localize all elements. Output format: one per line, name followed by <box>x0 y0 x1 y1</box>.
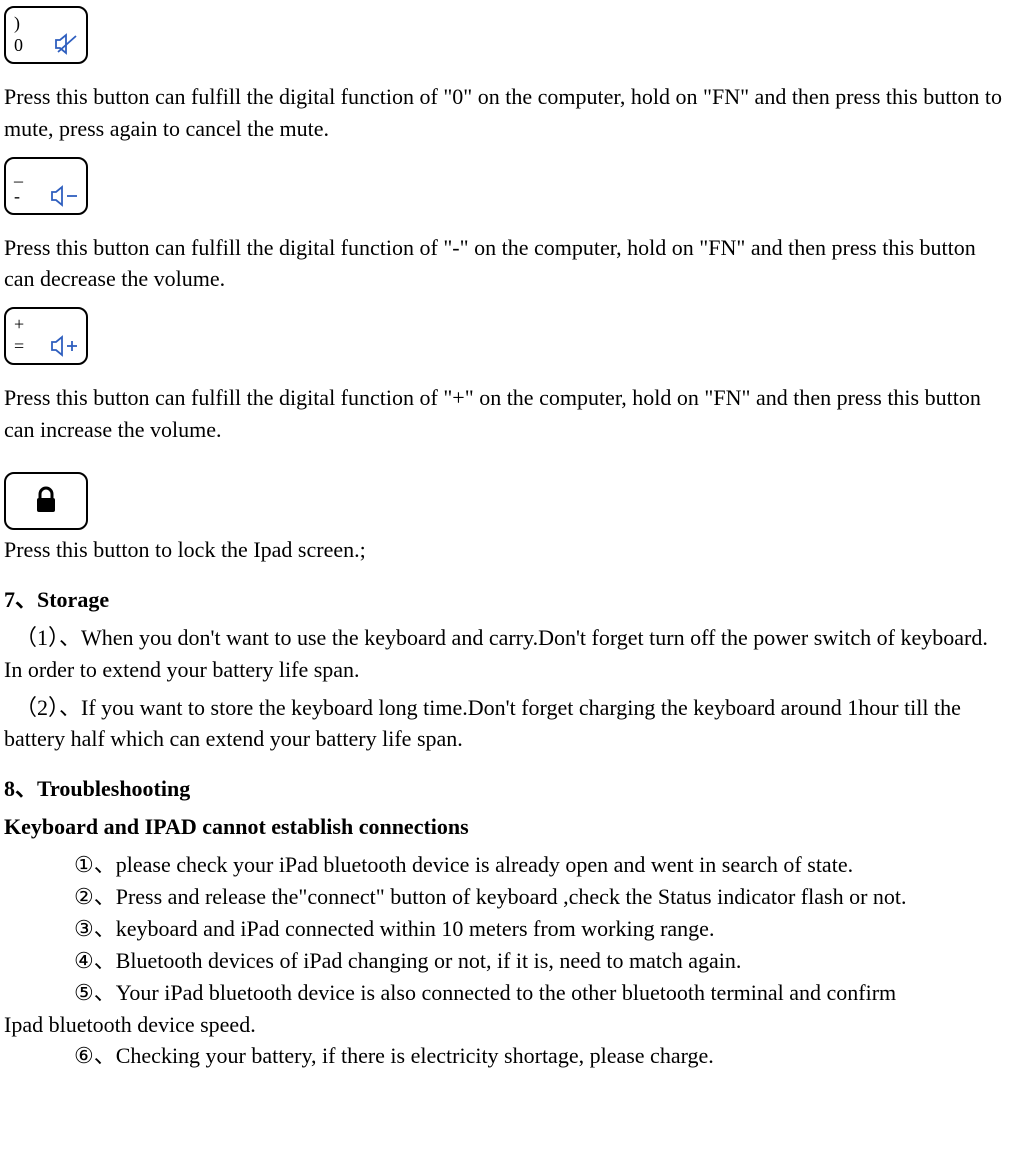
keycap-bottom-label: 0 <box>14 32 23 58</box>
storage-item-1-text: When you don't want to use the keyboard … <box>4 625 988 682</box>
storage-item-2-text: If you want to store the keyboard long t… <box>4 695 961 752</box>
keycap-minus-voldown: _ - <box>4 157 88 215</box>
list-num: ④、 <box>74 948 116 973</box>
storage-item-2-lead: （2）、 <box>15 695 81 720</box>
section-7-title: 7、Storage <box>4 584 1007 616</box>
volume-up-icon <box>50 335 80 357</box>
section-8-title: 8、Troubleshooting <box>4 773 1007 805</box>
volume-down-icon <box>50 185 80 207</box>
section-8-subtitle: Keyboard and IPAD cannot establish conne… <box>4 811 1007 843</box>
list-text-cont: Ipad bluetooth device speed. <box>4 1009 1007 1041</box>
list-text: Checking your battery, if there is elect… <box>116 1043 714 1068</box>
desc-zero: Press this button can fulfill the digita… <box>4 81 1007 145</box>
keycap-lock <box>4 472 88 530</box>
list-text: please check your iPad bluetooth device … <box>116 852 853 877</box>
desc-minus: Press this button can fulfill the digita… <box>4 232 1007 296</box>
list-num: ①、 <box>74 852 116 877</box>
list-text: keyboard and iPad connected within 10 me… <box>116 916 715 941</box>
list-num: ⑥、 <box>74 1043 116 1068</box>
keycap-plus-volup: + = <box>4 307 88 365</box>
storage-item-2: （2）、If you want to store the keyboard lo… <box>4 692 1007 756</box>
list-num: ③、 <box>74 916 116 941</box>
keycap-bottom-label: = <box>14 333 24 359</box>
list-text: Your iPad bluetooth device is also conne… <box>116 980 896 1005</box>
keycap-bottom-label: - <box>14 183 20 209</box>
list-text: Bluetooth devices of iPad changing or no… <box>116 948 742 973</box>
desc-lock: Press this button to lock the Ipad scree… <box>4 534 1007 566</box>
list-num: ②、 <box>74 884 116 909</box>
storage-item-1: （1）、When you don't want to use the keybo… <box>4 622 1007 686</box>
list-text: Press and release the"connect" button of… <box>116 884 907 909</box>
troubleshoot-list: ①、please check your iPad bluetooth devic… <box>4 849 1007 1072</box>
storage-item-1-lead: （1）、 <box>15 625 81 650</box>
list-num: ⑤、 <box>74 980 116 1005</box>
mute-icon <box>54 32 80 56</box>
desc-plus: Press this button can fulfill the digita… <box>4 382 1007 446</box>
lock-icon <box>32 486 60 516</box>
keycap-zero-mute: ) 0 <box>4 6 88 64</box>
troubleshoot-item-5: ⑤、Your iPad bluetooth device is also con… <box>4 977 1007 1041</box>
